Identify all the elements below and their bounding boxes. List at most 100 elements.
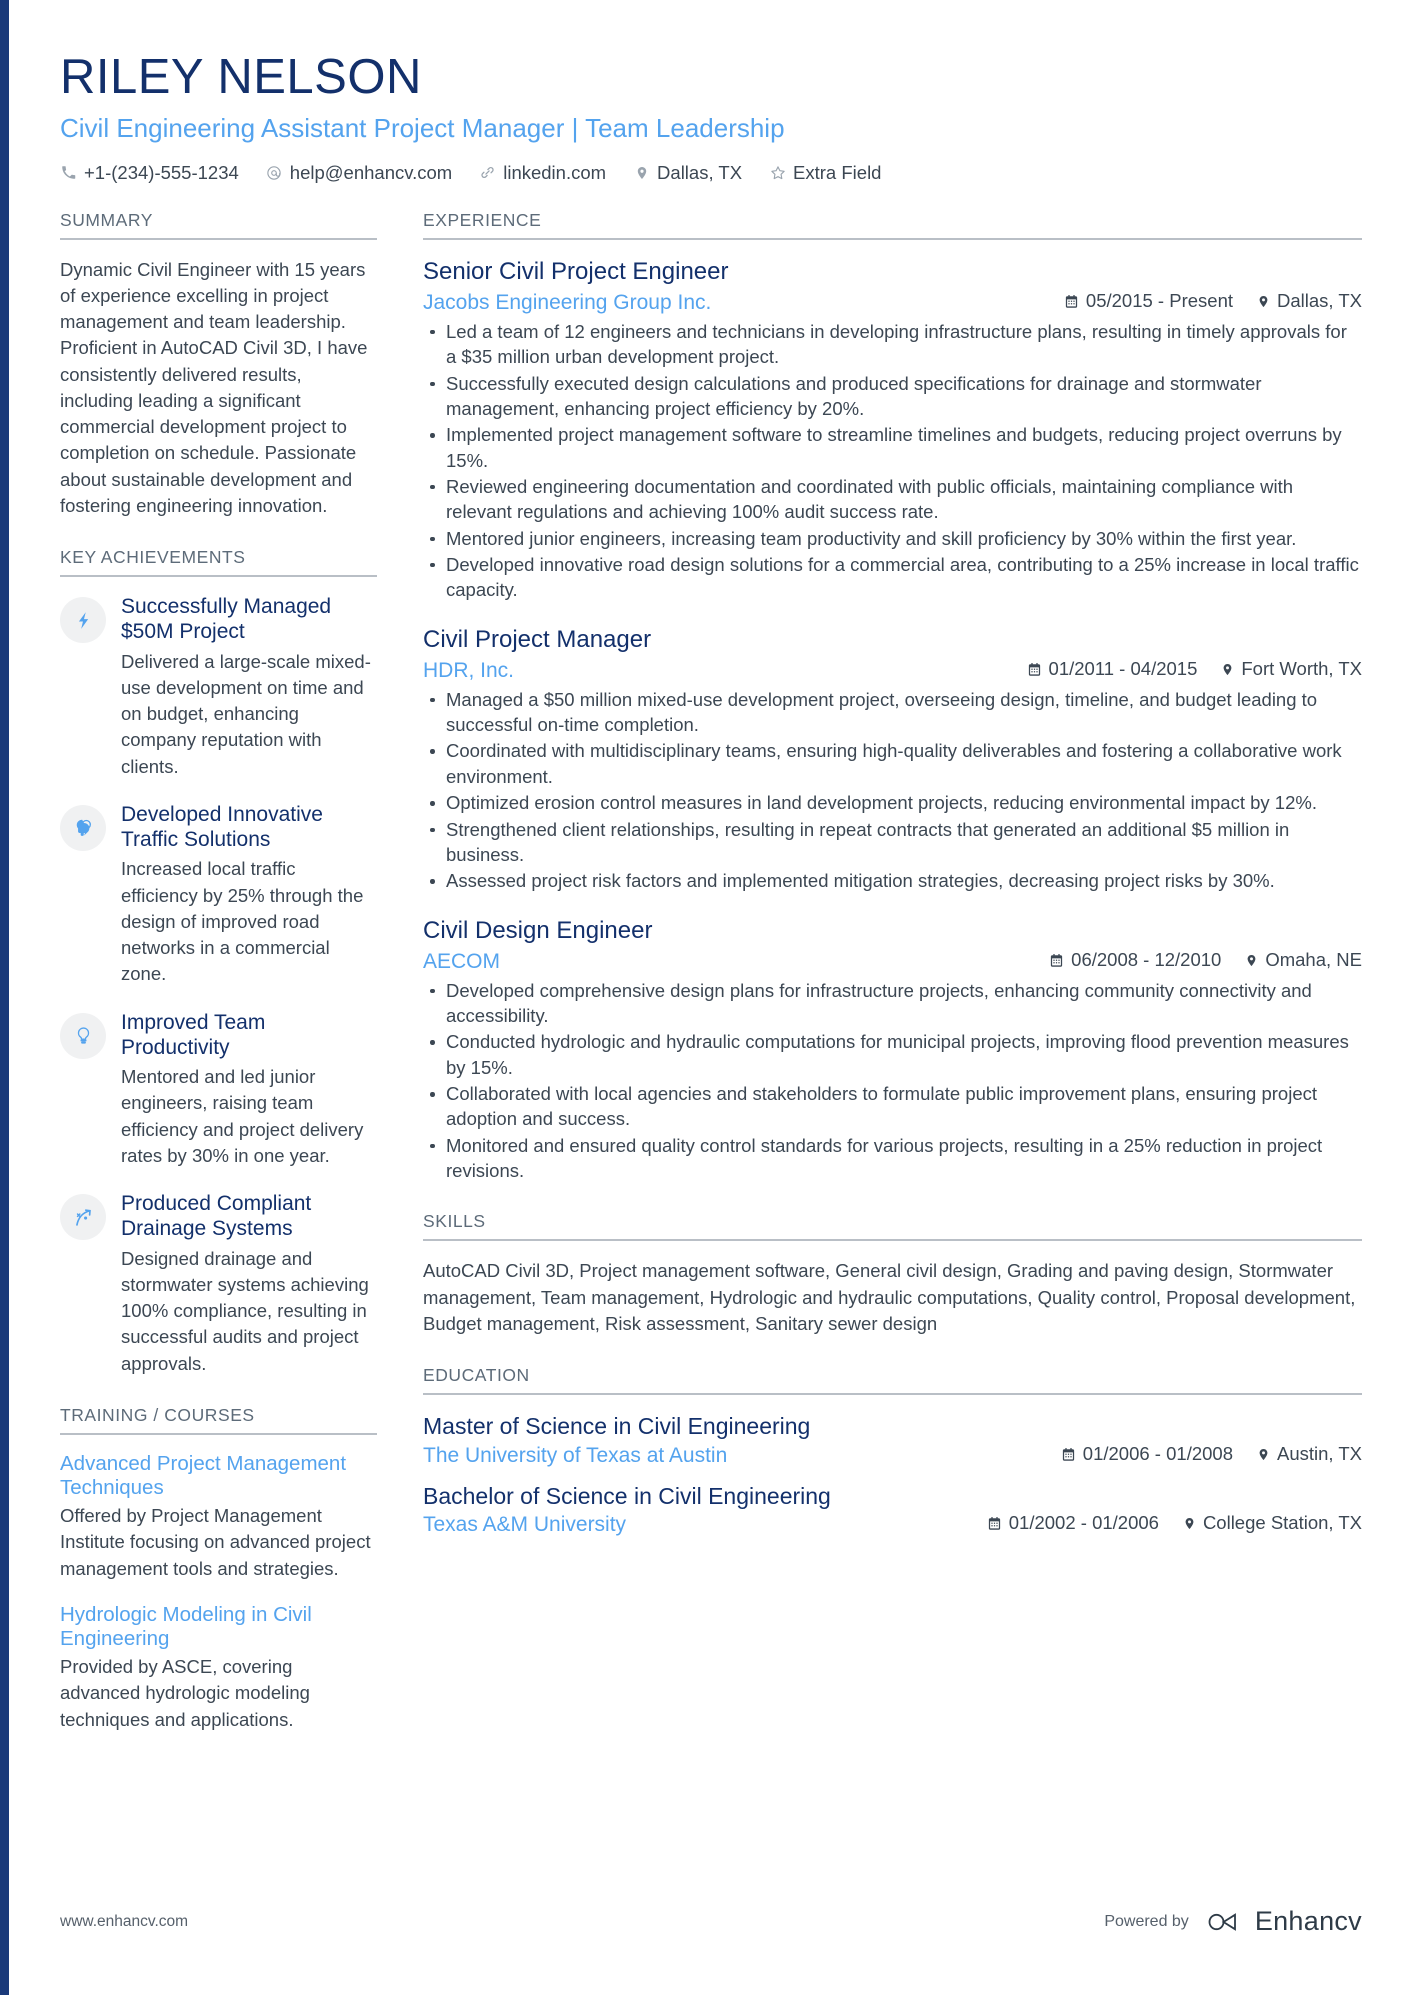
experience-section-title: EXPERIENCE [423,210,1362,240]
bullet: Mentored junior engineers, increasing te… [423,526,1362,551]
location-pin-icon [1183,1516,1196,1531]
phone-icon [60,164,77,181]
bullet: Monitored and ensured quality control st… [423,1133,1362,1184]
bullet: Collaborated with local agencies and sta… [423,1081,1362,1132]
job-location: Fort Worth, TX [1221,658,1362,680]
contact-location[interactable]: Dallas, TX [633,162,742,184]
contact-row: +1-(234)-555-1234 help@enhancv.com linke… [60,162,1362,184]
education-location-text: Austin, TX [1276,1443,1362,1465]
bullet: Assessed project risk factors and implem… [423,868,1362,893]
job-title: Senior Civil Project Engineer [423,257,729,285]
course-description: Offered by Project Management Institute … [60,1505,371,1579]
experience-item: Senior Civil Project Engineer Jacobs Eng… [423,257,1362,603]
job-dates: 05/2015 - Present [1064,290,1233,312]
course-title: Hydrologic Modeling in Civil Engineering [60,1602,312,1651]
achievement-description: Delivered a large-scale mixed-use develo… [121,650,371,777]
education-school: The University of Texas at Austin [423,1443,728,1467]
calendar-icon [1061,1447,1076,1462]
trend-arrow-icon [60,1194,106,1241]
job-location: Dallas, TX [1257,290,1362,312]
infinity-icon [1208,1912,1236,1931]
resume-header: RILEY NELSON Civil Engineering Assistant… [60,50,1362,184]
calendar-icon [1027,662,1042,677]
achievement-description: Increased local traffic efficiency by 25… [121,858,364,985]
head-idea-icon [60,804,106,851]
job-dates-text: 06/2008 - 12/2010 [1071,949,1222,971]
bullet: Reviewed engineering documentation and c… [423,474,1362,525]
headline: Civil Engineering Assistant Project Mana… [60,113,785,144]
achievement-item: Successfully Managed $50M Project Delive… [60,594,377,780]
location-pin-icon [1257,294,1270,309]
calendar-icon [1049,953,1064,968]
achievement-title: Developed Innovative Traffic Solutions [121,802,323,852]
bullet: Led a team of 12 engineers and technicia… [423,319,1362,370]
achievement-title: Improved Team Productivity [121,1010,266,1059]
resume-page: RILEY NELSON Civil Engineering Assistant… [0,0,1410,1995]
skills-section-title: SKILLS [423,1211,1362,1242]
columns: SUMMARY Dynamic Civil Engineer with 15 y… [60,210,1362,1761]
course-description: Provided by ASCE, covering advanced hydr… [60,1656,310,1730]
job-dates-text: 01/2011 - 04/2015 [1048,658,1198,680]
job-location-text: Dallas, TX [1277,290,1362,312]
section-experience: EXPERIENCE Senior Civil Project Engineer… [423,210,1362,1184]
achievement-description: Mentored and led junior engineers, raisi… [121,1066,364,1166]
education-item: Bachelor of Science in Civil Engineering… [423,1482,1362,1537]
left-column: SUMMARY Dynamic Civil Engineer with 15 y… [60,210,377,1761]
job-title: Civil Design Engineer [423,916,653,944]
section-training-courses: TRAINING / COURSES Advanced Project Mana… [60,1405,377,1733]
education-section-title: EDUCATION [423,1365,1362,1396]
achievement-title: Produced Compliant Drainage Systems [121,1192,312,1241]
section-summary: SUMMARY Dynamic Civil Engineer with 15 y… [60,210,377,520]
link-icon [479,164,496,181]
job-bullets: Managed a $50 million mixed-use developm… [423,687,1362,894]
job-dates-text: 05/2015 - Present [1085,290,1233,312]
education-dates: 01/2002 - 01/2006 [987,1512,1159,1534]
bullet: Coordinated with multidisciplinary teams… [423,738,1362,789]
job-location-text: Omaha, NE [1265,949,1362,971]
contact-linkedin[interactable]: linkedin.com [479,162,606,184]
course-item: Hydrologic Modeling in Civil Engineering… [60,1603,377,1733]
contact-location-text: Dallas, TX [657,161,743,183]
education-dates-text: 01/2002 - 01/2006 [1008,1512,1159,1534]
job-location-text: Fort Worth, TX [1241,658,1362,680]
section-skills: SKILLS AutoCAD Civil 3D, Project managem… [423,1211,1362,1337]
skills-text: AutoCAD Civil 3D, Project management sof… [423,1260,1356,1334]
location-pin-icon [1245,953,1258,968]
training-section-title: TRAINING / COURSES [60,1405,377,1435]
resume-content: RILEY NELSON Civil Engineering Assistant… [9,0,1410,1995]
lightbulb-icon [60,1012,106,1059]
education-location: Austin, TX [1257,1443,1362,1465]
education-location-text: College Station, TX [1202,1512,1362,1534]
education-item: Master of Science in Civil Engineering T… [423,1412,1362,1467]
summary-text: Dynamic Civil Engineer with 15 years of … [60,258,368,517]
job-company: AECOM [423,949,501,973]
page-title: RILEY NELSON [60,50,422,104]
bullet: Strengthened client relationships, resul… [423,817,1362,868]
contact-email-text: help@enhancv.com [289,161,453,183]
section-key-achievements: KEY ACHIEVEMENTS Successfully Managed $5… [60,547,377,1377]
contact-linkedin-text: linkedin.com [503,161,607,183]
job-bullets: Developed comprehensive design plans for… [423,978,1362,1184]
achievement-title: Successfully Managed $50M Project [121,595,332,644]
location-pin-icon [1257,1447,1270,1462]
achievement-item: Developed Innovative Traffic Solutions I… [60,802,377,988]
contact-extra-field[interactable]: Extra Field [769,162,881,184]
achievement-item: Improved Team Productivity Mentored and … [60,1010,377,1169]
contact-phone[interactable]: +1-(234)-555-1234 [60,162,239,184]
experience-item: Civil Project Manager HDR, Inc. 01/2011 … [423,625,1362,894]
star-icon [769,164,786,181]
education-degree: Bachelor of Science in Civil Engineering [423,1482,831,1509]
job-location: Omaha, NE [1245,949,1362,971]
right-column: EXPERIENCE Senior Civil Project Engineer… [423,210,1362,1565]
enhancv-logo: Enhancv [1202,1906,1362,1937]
contact-email[interactable]: help@enhancv.com [266,162,452,184]
bullet: Successfully executed design calculation… [423,371,1362,422]
footer-website[interactable]: www.enhancv.com [60,1913,188,1931]
bullet: Developed comprehensive design plans for… [423,978,1362,1029]
bullet: Conducted hydrologic and hydraulic compu… [423,1029,1362,1080]
bullet: Optimized erosion control measures in la… [423,790,1362,815]
job-company: Jacobs Engineering Group Inc. [423,290,712,314]
page-footer: www.enhancv.com Powered by Enhancv [60,1906,1362,1937]
job-dates: 06/2008 - 12/2010 [1049,949,1221,971]
contact-phone-text: +1-(234)-555-1234 [84,161,239,183]
